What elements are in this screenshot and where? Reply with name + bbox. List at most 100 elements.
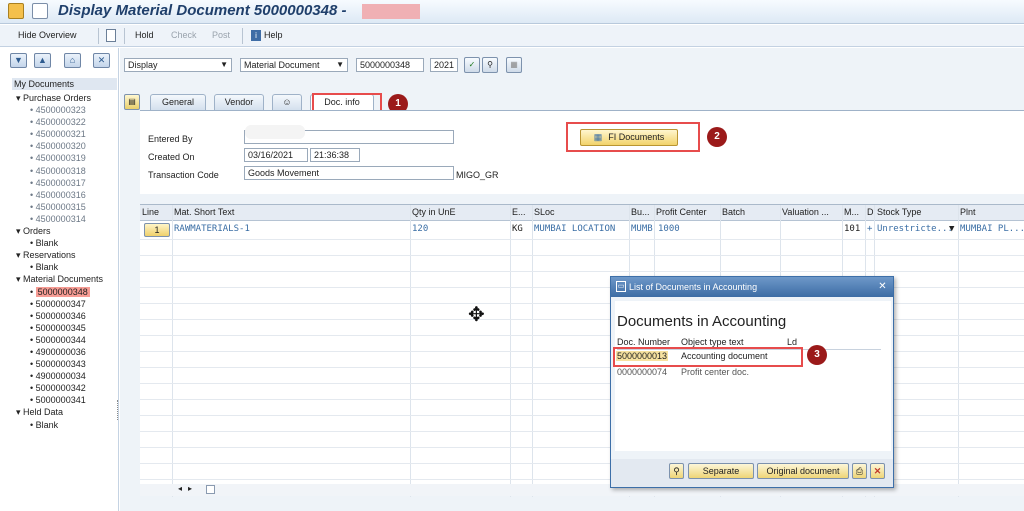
cell-mvt[interactable]: 101 (844, 224, 860, 234)
reference-select[interactable]: Material Document ▼ (240, 58, 348, 72)
tree-item[interactable]: • Blank (12, 419, 117, 431)
col-profit-center[interactable]: Profit Center (656, 207, 707, 217)
col-mvt[interactable]: M... (844, 207, 859, 217)
doc-row-2-text[interactable]: Profit center doc. (681, 367, 749, 377)
col-material-text[interactable]: Mat. Short Text (174, 207, 234, 217)
redacted-title-area (362, 4, 420, 19)
tree-item[interactable]: • 4500000314 (12, 213, 117, 225)
col-doc-number[interactable]: Doc. Number (617, 337, 670, 347)
delete-icon[interactable]: ⌂ (64, 53, 81, 68)
doc-row-2-number[interactable]: 0000000074 (617, 367, 667, 377)
year-field[interactable]: 2021 (430, 58, 458, 72)
tree-item[interactable]: • 4500000321 (12, 128, 117, 140)
post-button[interactable]: Post (212, 30, 230, 40)
dialog-heading: Documents in Accounting (617, 313, 787, 330)
tree-folder[interactable]: ▾ Material Documents (12, 273, 117, 285)
col-bu[interactable]: Bu... (631, 207, 650, 217)
close-tree-icon[interactable]: ✕ (93, 53, 110, 68)
tree-item[interactable]: • 5000000345 (12, 322, 117, 334)
chevron-down-icon: ▼ (336, 60, 344, 69)
col-d[interactable]: D (867, 207, 874, 217)
tree-folder[interactable]: ▾ Held Data (12, 406, 117, 418)
check-button[interactable]: Check (171, 30, 197, 40)
grid-icon[interactable]: ▦ (506, 57, 522, 73)
print-icon[interactable]: ⎙ (852, 463, 867, 479)
tree-item[interactable]: • 5000000342 (12, 382, 117, 394)
tree-item[interactable]: • Blank (12, 237, 117, 249)
tree-item[interactable]: • 4500000318 (12, 165, 117, 177)
hold-button[interactable]: Hold (135, 30, 154, 40)
tree-item[interactable]: • 4500000323 (12, 104, 117, 116)
dialog-close-icon[interactable]: ✕ (876, 281, 889, 293)
col-line[interactable]: Line (142, 207, 159, 217)
tree-folder[interactable]: ▾ Purchase Orders (12, 92, 117, 104)
stock-type-dropdown-icon[interactable]: ▼ (949, 224, 954, 234)
tree-item[interactable]: • 5000000343 (12, 358, 117, 370)
col-object-type[interactable]: Object type text (681, 337, 744, 347)
action-select[interactable]: Display ▼ (124, 58, 232, 72)
col-batch[interactable]: Batch (722, 207, 745, 217)
cell-unit[interactable]: KG (512, 224, 523, 234)
dialog-footer: ⚲ Separate Original document ⎙ ✕ (611, 459, 893, 487)
separate-button[interactable]: Separate (688, 463, 754, 479)
collapse-icon[interactable]: ▲ (34, 53, 51, 68)
document-icon[interactable]: ▤ (124, 94, 140, 110)
tab-general[interactable]: General (150, 94, 206, 110)
cell-bu[interactable]: MUMB (631, 224, 653, 234)
tree-item[interactable]: • 5000000341 (12, 394, 117, 406)
original-document-button[interactable]: Original document (757, 463, 849, 479)
col-sloc[interactable]: SLoc (534, 207, 555, 217)
col-ld[interactable]: Ld (787, 337, 797, 347)
tree-item[interactable]: • 4500000322 (12, 116, 117, 128)
cell-d[interactable]: + (867, 224, 872, 234)
cell-material[interactable]: RAWMATERIALS-1 (174, 224, 250, 234)
step-badge-3: 3 (807, 345, 827, 365)
find-icon[interactable]: ⚲ (482, 57, 498, 73)
document-number-field[interactable]: 5000000348 (356, 58, 424, 72)
scroll-left-icon[interactable]: ◂ (178, 484, 182, 493)
tree-item[interactable]: • 4500000316 (12, 189, 117, 201)
zoom-in-icon[interactable]: ⚲ (669, 463, 684, 479)
tab-partner[interactable]: ☺ (272, 94, 302, 110)
cell-sloc[interactable]: MUMBAI LOCATION (534, 224, 615, 234)
tree-item[interactable]: • 4500000319 (12, 152, 117, 164)
tree-item[interactable]: • 5000000348 (12, 286, 117, 298)
row-line-button[interactable]: 1 (144, 223, 170, 237)
created-on-label: Created On (148, 152, 195, 162)
tree-item[interactable]: • 4500000320 (12, 140, 117, 152)
execute-icon[interactable]: ✓ (464, 57, 480, 73)
cell-plant[interactable]: MUMBAI PL... (960, 224, 1024, 234)
tree-item[interactable]: • 4900000034 (12, 370, 117, 382)
tree-item[interactable]: • 4900000036 (12, 346, 117, 358)
transaction-text-field: Goods Movement (244, 166, 454, 180)
col-stock-type[interactable]: Stock Type (877, 207, 921, 217)
tree-item[interactable]: • Blank (12, 261, 117, 273)
cell-stock-type[interactable]: Unrestricte... (877, 224, 953, 234)
col-unit[interactable]: E... (512, 207, 526, 217)
splitter-handle[interactable] (117, 400, 119, 420)
tree-item[interactable]: • 4500000315 (12, 201, 117, 213)
tree-folder[interactable]: ▾ Reservations (12, 249, 117, 261)
window-menu-icon[interactable] (32, 3, 48, 19)
expand-icon[interactable]: ▼ (10, 53, 27, 68)
tree-item[interactable]: • 5000000346 (12, 310, 117, 322)
cancel-icon[interactable]: ✕ (870, 463, 885, 479)
tree-item[interactable]: • 5000000347 (12, 298, 117, 310)
tree-item[interactable]: • 4500000317 (12, 177, 117, 189)
tree-item[interactable]: • 5000000344 (12, 334, 117, 346)
accounting-documents-dialog: List of Documents in Accounting ▭ ✕ Docu… (610, 276, 894, 488)
hide-overview-button[interactable]: Hide Overview (18, 30, 77, 40)
new-document-icon[interactable] (106, 29, 116, 42)
col-valuation[interactable]: Valuation ... (782, 207, 829, 217)
scroll-thumb[interactable] (206, 485, 215, 494)
scroll-right-icon[interactable]: ▸ (188, 484, 192, 493)
cell-profit-center[interactable]: 1000 (658, 224, 680, 234)
tab-vendor[interactable]: Vendor (214, 94, 264, 110)
col-plant[interactable]: Plnt (960, 207, 976, 217)
dialog-title: List of Documents in Accounting (611, 277, 893, 297)
sap-menu-icon[interactable] (8, 3, 24, 19)
tree-folder[interactable]: ▾ Orders (12, 225, 117, 237)
cell-qty[interactable]: 120 (412, 224, 428, 234)
col-qty[interactable]: Qty in UnE (412, 207, 456, 217)
help-button[interactable]: Help (264, 30, 283, 40)
